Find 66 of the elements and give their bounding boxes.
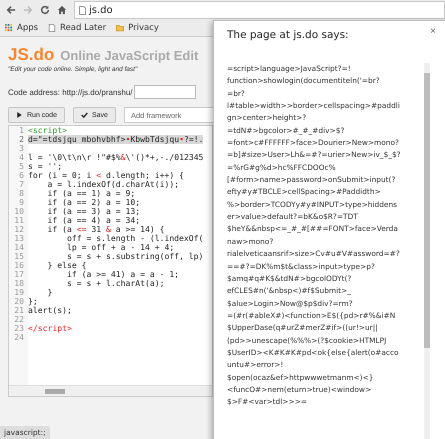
code-line: if (a == 2) a = 10; bbox=[46, 198, 140, 207]
code-line: <script> bbox=[28, 126, 67, 135]
folder-icon bbox=[116, 24, 124, 32]
line-number: 20 bbox=[13, 297, 25, 306]
line-number: 19 bbox=[13, 288, 25, 297]
line-number: 12 bbox=[13, 225, 25, 234]
code-line: s = ''; bbox=[28, 162, 62, 171]
apps-grid-icon bbox=[5, 24, 13, 32]
code-line: for (i = 0; i < d.length; i++) { bbox=[28, 171, 184, 180]
site-logo: JS.do bbox=[8, 45, 54, 65]
line-number: 22 bbox=[13, 315, 25, 324]
line-number: 6 bbox=[18, 171, 25, 180]
home-icon[interactable] bbox=[57, 5, 67, 15]
line-number: 15 bbox=[13, 252, 25, 261]
line-number: 16 bbox=[13, 261, 25, 270]
code-line: l = '\0\t\n\r !"#$%&\'()*+,-./012345 bbox=[28, 153, 204, 162]
close-button[interactable]: × bbox=[430, 26, 436, 37]
code-line: off = s.length - (l.indexOf( bbox=[66, 234, 204, 243]
line-number: 11 bbox=[13, 216, 25, 225]
code-line: s = s + l.charAt(a); bbox=[66, 279, 164, 288]
dialog-title: The page at js.do says: bbox=[227, 29, 349, 41]
code-address-field[interactable] bbox=[134, 85, 196, 99]
code-line: lp = off + a - 14 + 4; bbox=[66, 243, 174, 252]
bookmark[interactable]: Apps bbox=[5, 23, 38, 33]
code-line: } bbox=[46, 288, 52, 297]
page-icon bbox=[79, 6, 86, 14]
line-number: 10 bbox=[13, 207, 25, 216]
code-editor[interactable] bbox=[8, 125, 213, 397]
checkmark-icon bbox=[80, 112, 88, 118]
code-line: alert(s); bbox=[28, 306, 72, 315]
page-icon bbox=[48, 24, 56, 32]
code-line: if (a == 3) a = 13; bbox=[46, 207, 140, 216]
bookmark[interactable]: Privacy bbox=[116, 23, 159, 33]
line-number: 24 bbox=[13, 333, 25, 342]
code-line: if (a == 1) a = 9; bbox=[46, 189, 136, 198]
play-icon bbox=[16, 112, 23, 118]
line-number: 1 bbox=[18, 126, 25, 135]
line-number: 3 bbox=[18, 144, 25, 153]
bookmark[interactable]: Read Later bbox=[48, 23, 106, 33]
line-number: 23 bbox=[13, 324, 25, 333]
code-address-label: Code address: http://js.do/pranshu/ bbox=[8, 88, 133, 96]
line-number: 5 bbox=[18, 162, 25, 171]
code-line: a = l.indexOf(d.charAt(i)); bbox=[46, 180, 180, 189]
line-number: 13 bbox=[13, 234, 25, 243]
code-line: s = s + s.substring(off, lp) bbox=[66, 252, 204, 261]
address-bar[interactable]: js.do bbox=[74, 1, 445, 19]
line-number: 14 bbox=[13, 243, 25, 252]
code-line: </script> bbox=[28, 324, 72, 333]
page-title: Online JavaScript Edit bbox=[60, 48, 198, 63]
line-number: 4 bbox=[18, 153, 25, 162]
code-line: if (a == 4) a = 34; bbox=[46, 216, 140, 225]
line-number: 2 bbox=[18, 135, 25, 144]
line-number: 21 bbox=[13, 306, 25, 315]
scrollbar[interactable] bbox=[424, 63, 430, 439]
code-line: if (a <= 31 & a >= 14) { bbox=[46, 225, 164, 234]
line-number: 18 bbox=[13, 279, 25, 288]
scrollbar-thumb[interactable] bbox=[45, 388, 65, 394]
back-icon[interactable] bbox=[6, 5, 16, 15]
line-number: 7 bbox=[18, 180, 25, 189]
reload-icon[interactable] bbox=[40, 5, 50, 15]
line-number: 8 bbox=[18, 189, 25, 198]
code-line: }; bbox=[28, 297, 38, 306]
line-number: 17 bbox=[13, 270, 25, 279]
code-line: if (a >= 41) a = a - 1; bbox=[66, 270, 180, 279]
code-line: } else { bbox=[46, 261, 86, 270]
line-number: 9 bbox=[18, 198, 25, 207]
